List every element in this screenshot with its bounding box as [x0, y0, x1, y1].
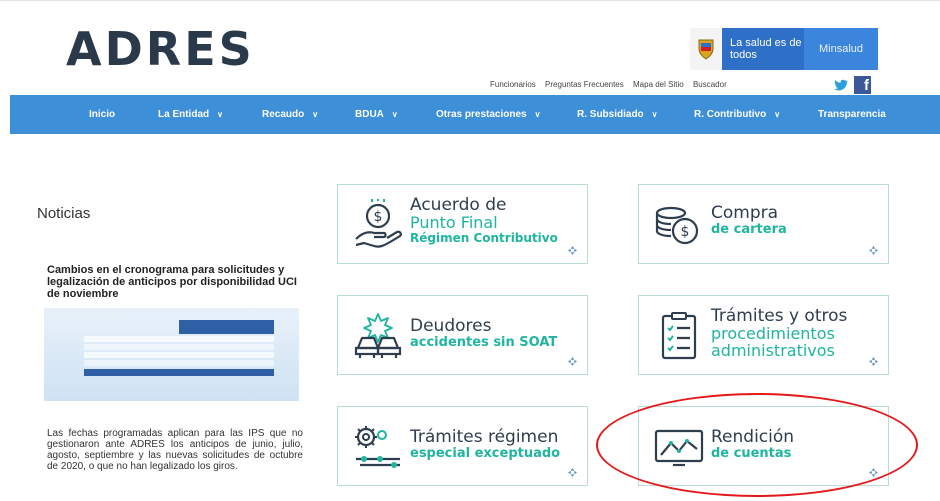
chevron-down-icon: ∨ — [534, 110, 541, 119]
card-text: Acuerdo de Punto Final Régimen Contribut… — [410, 197, 558, 246]
clipboard-icon — [661, 312, 697, 360]
chevron-down-icon: ∨ — [391, 110, 398, 119]
twitter-icon[interactable] — [832, 77, 848, 93]
car-crash-icon — [354, 313, 402, 358]
card-text: Deudores accidentes sin SOAT — [410, 318, 557, 351]
svg-text:$: $ — [681, 224, 690, 240]
chevron-down-icon: ∨ — [312, 110, 319, 119]
svg-text:$: $ — [374, 209, 383, 225]
gov-salud-text: La salud es de todos — [722, 28, 804, 70]
card-subtitle: procedimientos — [711, 324, 835, 343]
utility-links: Funcionarios Preguntas Frecuentes Mapa d… — [490, 80, 734, 89]
nav-item-bdua[interactable]: BDUA ∨ — [355, 95, 398, 134]
card-text: Trámites y otros procedimientos administ… — [711, 306, 848, 360]
hand-coin-icon: $ — [355, 199, 402, 248]
news-title-link[interactable]: Cambios en el cronograma para solicitude… — [47, 264, 307, 300]
nav-item-inicio[interactable]: Inicio — [89, 95, 115, 134]
utility-link-preguntas[interactable]: Preguntas Frecuentes — [545, 80, 624, 89]
card-subtitle: de cartera — [711, 222, 787, 237]
news-image[interactable] — [44, 308, 299, 401]
expand-arrows-icon — [869, 357, 878, 366]
gov-banner[interactable]: La salud es de todos Minsalud — [690, 28, 878, 70]
card-acuerdo-punto-final[interactable]: $ Acuerdo de Punto Final Régimen Contrib… — [337, 184, 588, 264]
news-body: Las fechas programadas aplican para las … — [47, 428, 303, 472]
chevron-down-icon: ∨ — [651, 110, 658, 119]
utility-link-mapa[interactable]: Mapa del Sitio — [633, 80, 684, 89]
nav-item-la-entidad[interactable]: La Entidad ∨ — [158, 95, 223, 134]
utility-link-funcionarios[interactable]: Funcionarios — [490, 80, 536, 89]
card-tramites-regimen[interactable]: Trámites régimen especial exceptuado — [337, 406, 588, 486]
nav-item-recaudo[interactable]: Recaudo ∨ — [262, 95, 318, 134]
card-text: Trámites régimen especial exceptuado — [410, 429, 560, 462]
chevron-down-icon: ∨ — [217, 110, 223, 119]
gears-icon — [355, 426, 400, 468]
chevron-down-icon: ∨ — [774, 110, 781, 119]
card-title: Trámites régimen — [410, 427, 559, 447]
card-subtitle-2: Régimen Contributivo — [410, 231, 558, 245]
expand-arrows-icon — [568, 357, 577, 366]
coins-icon: $ — [655, 206, 699, 245]
facebook-icon[interactable]: f — [854, 76, 871, 94]
nav-item-r-subsidiado[interactable]: R. Subsidiado ∨ — [577, 95, 658, 134]
card-subtitle-2: administrativos — [711, 341, 835, 360]
expand-arrows-icon — [568, 246, 577, 255]
card-title: Acuerdo de — [410, 195, 507, 215]
card-subtitle: Punto Final — [410, 213, 498, 232]
social-links: f — [832, 76, 871, 94]
news-heading: Noticias — [37, 205, 91, 222]
highlight-annotation — [596, 393, 918, 497]
nav-item-otras-prestaciones[interactable]: Otras prestaciones ∨ — [436, 95, 540, 134]
card-title: Compra — [711, 203, 779, 223]
main-navbar: Inicio La Entidad ∨ Recaudo ∨ BDUA ∨ Otras … — [10, 95, 940, 134]
utility-link-buscador[interactable]: Buscador — [693, 80, 727, 89]
nav-item-r-contributivo[interactable]: R. Contributivo ∨ — [694, 95, 780, 134]
expand-arrows-icon — [568, 468, 577, 477]
card-compra-cartera[interactable]: $ Compra de cartera — [638, 184, 889, 264]
minsalud-link[interactable]: Minsalud — [804, 28, 878, 70]
colombia-shield-icon — [690, 28, 722, 70]
card-text: Compra de cartera — [711, 205, 787, 238]
top-border — [0, 0, 940, 6]
card-title: Trámites y otros — [711, 306, 848, 326]
card-title: Deudores — [410, 316, 492, 336]
expand-arrows-icon — [869, 246, 878, 255]
adres-logo[interactable]: ADRES — [66, 24, 255, 74]
nav-item-transparencia[interactable]: Transparencia — [818, 95, 886, 134]
card-subtitle: especial exceptuado — [410, 446, 561, 461]
card-tramites-otros[interactable]: Trámites y otros procedimientos administ… — [638, 295, 889, 375]
news-image-table — [84, 320, 274, 376]
card-deudores-soat[interactable]: Deudores accidentes sin SOAT — [337, 295, 588, 375]
card-subtitle: accidentes sin SOAT — [410, 335, 558, 350]
